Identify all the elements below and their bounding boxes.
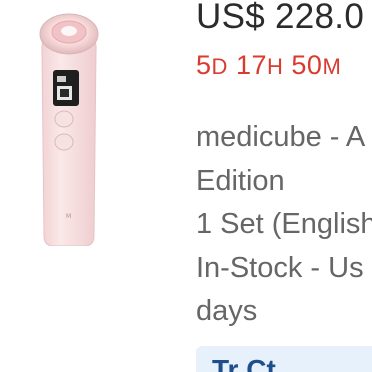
sale-countdown-timer: 5D 17H 50M	[196, 48, 341, 84]
countdown-hours: 17	[235, 50, 267, 80]
beauty-device-illustration: M	[39, 13, 99, 246]
product-title-link[interactable]: medicube - A Edition 1 Set (English In-S…	[196, 116, 372, 334]
cta-label: Tr Ct	[212, 354, 276, 372]
svg-text:M: M	[66, 213, 71, 220]
product-price: US$ 228.0	[196, 0, 365, 36]
product-title-line: In-Stock - Us	[196, 251, 364, 284]
countdown-hours-unit: H	[266, 54, 284, 79]
product-image[interactable]: M	[0, 0, 186, 372]
countdown-minutes: 50	[291, 50, 323, 80]
product-details: US$ 228.0 5D 17H 50M medicube - A Editio…	[196, 0, 372, 372]
product-title-line: days	[196, 295, 258, 327]
product-title-line: 1 Set (English	[196, 208, 372, 240]
product-title-line: Edition	[196, 164, 285, 197]
product-title-line: medicube - A	[196, 121, 366, 153]
add-to-cart-button[interactable]: Tr Ct	[196, 346, 372, 372]
countdown-days: 5	[196, 50, 212, 80]
countdown-minutes-unit: M	[322, 54, 342, 79]
countdown-days-unit: D	[211, 54, 228, 79]
